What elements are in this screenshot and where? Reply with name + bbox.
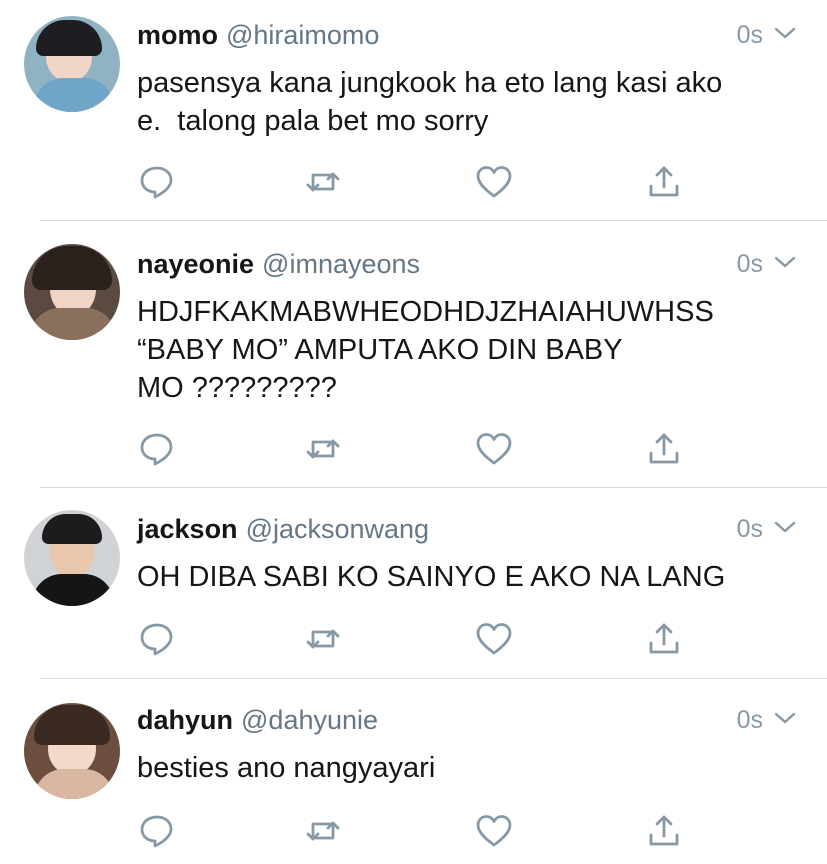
tweet-actions [0,619,827,659]
chevron-down-icon[interactable] [773,21,797,45]
retweet-icon [306,821,340,841]
retweet-icon [306,172,340,192]
display-name[interactable]: jackson [137,514,238,544]
tweet-text: OH DIBA SABI KO SAINYO E AKO NA LANG [137,561,726,593]
display-name[interactable]: nayeonie [137,249,254,279]
chevron-down-icon[interactable] [773,515,797,539]
author-name[interactable]: jackson @jacksonwang [137,514,429,545]
share-icon [649,623,679,654]
retweet-icon [306,629,340,649]
reply-button[interactable] [137,811,177,851]
author-name[interactable]: dahyun @dahyunie [137,705,378,736]
tweet[interactable]: dahyun @dahyunie 0s besties ano nangyayar… [0,679,827,864]
user-handle[interactable]: @dahyunie [241,705,378,735]
retweet-icon [306,439,340,459]
tweet-text: HDJFKAKMABWHEODHDJZHAIAHUWHSS “BABY MO” … [137,296,714,404]
share-icon [649,166,679,197]
author-name[interactable]: nayeonie @imnayeons [137,249,420,280]
user-handle[interactable]: @jacksonwang [246,514,430,544]
like-icon [476,166,512,198]
avatar[interactable] [24,244,120,340]
tweet[interactable]: nayeonie @imnayeons 0s HDJFKAKMABWHEODHDJ… [0,221,827,487]
reply-button[interactable] [137,619,177,659]
retweet-button[interactable] [303,429,343,469]
author-name[interactable]: momo @hiraimomo [137,20,379,51]
display-name[interactable]: dahyun [137,705,233,735]
like-icon [476,623,512,655]
tweet-actions [0,429,827,469]
tweet[interactable]: momo @hiraimomo 0s pasensya kana jungkook… [0,0,827,220]
like-button[interactable] [474,429,514,469]
retweet-button[interactable] [303,619,343,659]
reply-icon [140,815,173,848]
timestamp[interactable]: 0s [737,515,763,544]
avatar[interactable] [24,703,120,799]
share-button[interactable] [644,429,684,469]
timestamp[interactable]: 0s [737,21,763,50]
like-button[interactable] [474,811,514,851]
reply-icon [140,433,173,466]
tweet-actions [0,811,827,851]
like-icon [476,815,512,847]
tweet-actions [0,162,827,202]
share-icon [649,815,679,846]
avatar[interactable] [24,510,120,606]
user-handle[interactable]: @imnayeons [262,249,420,279]
chevron-down-icon[interactable] [773,250,797,274]
share-button[interactable] [644,619,684,659]
share-button[interactable] [644,811,684,851]
display-name[interactable]: momo [137,20,218,50]
reply-icon [140,623,173,656]
avatar[interactable] [24,16,120,112]
like-icon [476,433,512,465]
tweet-text: pasensya kana jungkook ha eto lang kasi … [137,67,723,137]
reply-icon [140,166,173,199]
like-button[interactable] [474,619,514,659]
tweet-text: besties ano nangyayari [137,752,436,784]
user-handle[interactable]: @hiraimomo [226,20,379,50]
share-icon [649,433,679,464]
tweet[interactable]: jackson @jacksonwang 0s OH DIBA SABI KO S… [0,488,827,678]
reply-button[interactable] [137,429,177,469]
timestamp[interactable]: 0s [737,706,763,735]
chevron-down-icon[interactable] [773,706,797,730]
retweet-button[interactable] [303,162,343,202]
share-button[interactable] [644,162,684,202]
like-button[interactable] [474,162,514,202]
retweet-button[interactable] [303,811,343,851]
reply-button[interactable] [137,162,177,202]
timestamp[interactable]: 0s [737,250,763,279]
